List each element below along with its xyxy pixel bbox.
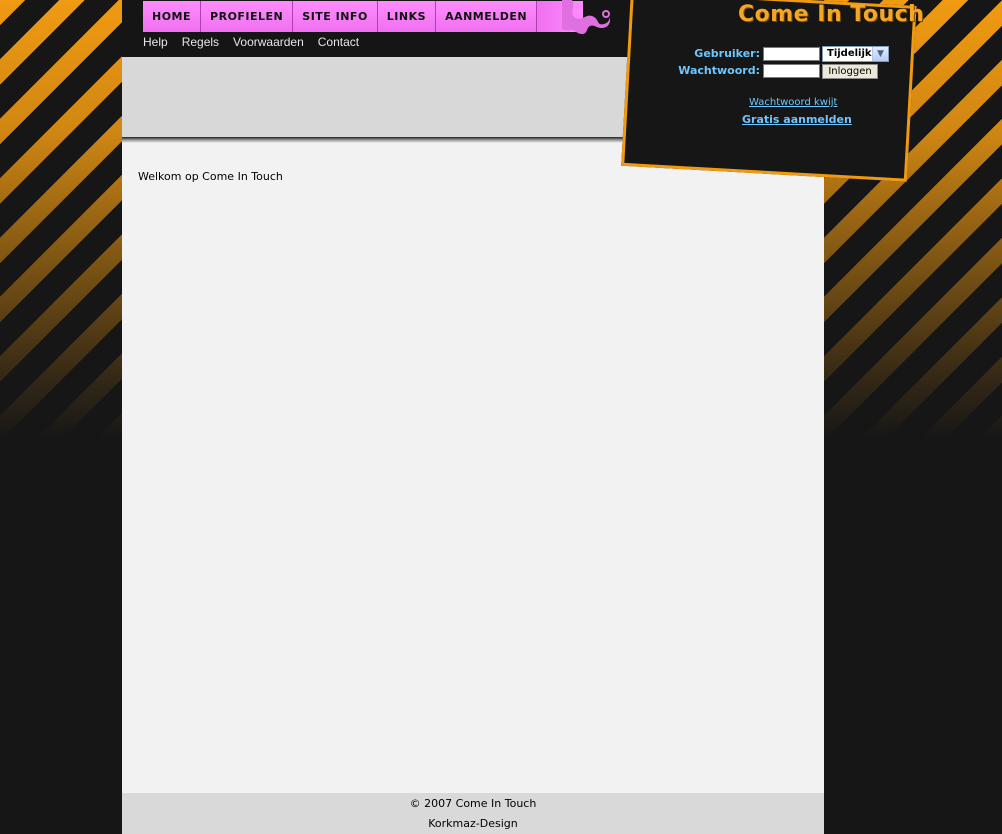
nav-aanmelden[interactable]: AANMELDEN <box>436 1 538 32</box>
subnav-voorwaarden[interactable]: Voorwaarden <box>233 35 304 49</box>
password-input[interactable] <box>763 64 820 78</box>
welcome-text: Welkom op Come In Touch <box>138 170 283 183</box>
nav-home[interactable]: HOME <box>143 1 202 32</box>
nav-links[interactable]: LINKS <box>377 1 437 32</box>
user-input[interactable] <box>763 47 820 61</box>
footer-credit: Korkmaz-Design <box>428 817 518 830</box>
login-panel <box>621 0 917 182</box>
footer-copyright: © 2007 Come In Touch <box>409 797 537 810</box>
subnav-help[interactable]: Help <box>143 35 168 49</box>
register-link[interactable]: Gratis aanmelden <box>742 113 852 126</box>
main-nav: HOME PROFIELEN SITE INFO LINKS AANMELDEN <box>143 1 584 32</box>
nav-profielen[interactable]: PROFIELEN <box>201 1 294 32</box>
left-stripe-decoration <box>0 0 122 440</box>
user-label: Gebruiker: <box>694 47 760 60</box>
session-select-value: Tijdelijk <box>827 48 872 59</box>
forgot-password-link[interactable]: Wachtwoord kwijt <box>749 97 837 108</box>
nav-site-info[interactable]: SITE INFO <box>293 1 378 32</box>
subnav-regels[interactable]: Regels <box>182 35 219 49</box>
session-select[interactable]: Tijdelijk ▼ <box>822 46 889 62</box>
sub-nav: Help Regels Voorwaarden Contact <box>143 35 359 49</box>
splash-decoration <box>562 0 611 34</box>
site-logo[interactable]: Come In Touch <box>738 2 924 27</box>
login-button[interactable]: Inloggen <box>822 64 878 79</box>
chevron-down-icon[interactable]: ▼ <box>872 47 888 61</box>
footer: © 2007 Come In Touch Korkmaz-Design <box>122 793 824 834</box>
subnav-contact[interactable]: Contact <box>318 35 359 49</box>
password-label: Wachtwoord: <box>678 64 760 77</box>
